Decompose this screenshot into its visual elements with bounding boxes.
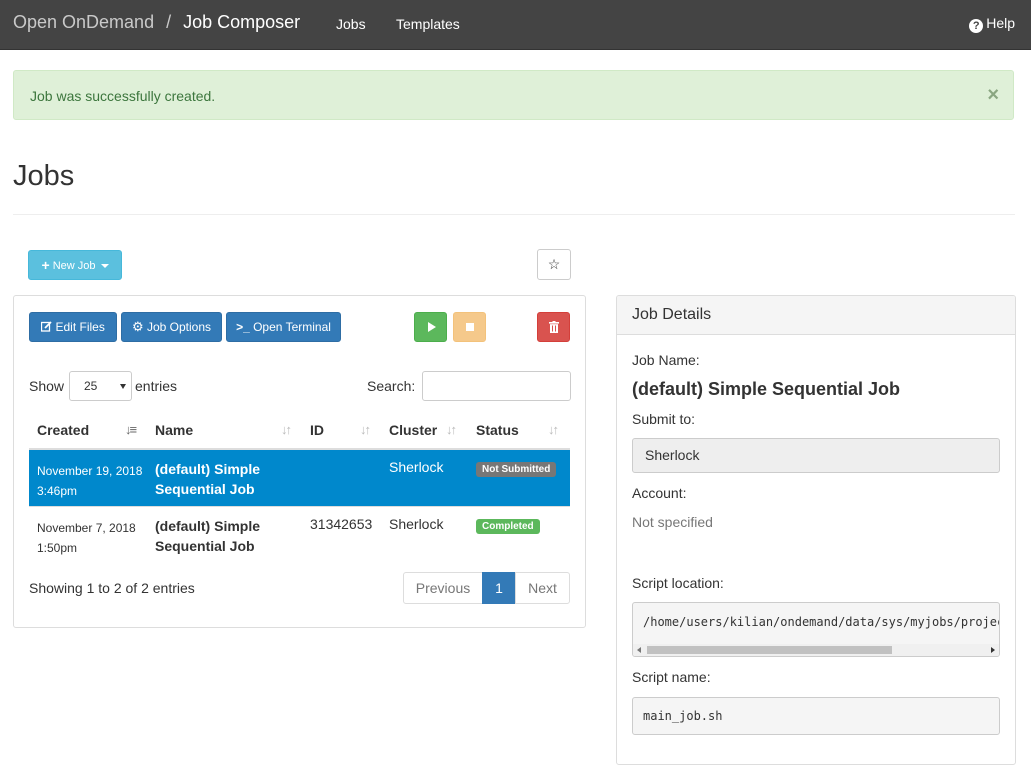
horizontal-scrollbar[interactable] (633, 644, 999, 656)
script-location-field[interactable]: /home/users/kilian/ondemand/data/sys/myj… (632, 602, 1000, 657)
alert-message: Job was successfully created. (30, 88, 216, 104)
job-name-label: Job Name: (632, 352, 700, 368)
app-name[interactable]: Job Composer (183, 12, 300, 32)
submit-button[interactable] (414, 312, 447, 342)
question-circle-icon: ? (969, 19, 984, 33)
script-name-label: Script name: (632, 669, 711, 685)
col-id[interactable]: ID (310, 422, 324, 438)
job-options-label: Job Options (146, 320, 212, 334)
sort-desc-icon[interactable]: ↓≡ (125, 422, 137, 437)
delete-button[interactable] (537, 312, 570, 342)
entries-label: entries (135, 378, 178, 394)
sort-icon[interactable]: ↓↑ (360, 422, 371, 437)
next-button[interactable]: Next (515, 572, 570, 604)
status-badge: Not Submitted (476, 462, 557, 477)
submit-to-label: Submit to: (632, 411, 696, 427)
plus-icon: + (41, 257, 50, 273)
scroll-right-icon[interactable] (991, 647, 995, 653)
col-name[interactable]: Name (155, 422, 193, 438)
divider (13, 214, 1015, 215)
gear-icon: ⚙ (131, 319, 144, 334)
col-created[interactable]: Created (37, 422, 89, 438)
caret-down-icon (100, 264, 109, 268)
table-row[interactable]: November 19, 2018 3:46pm (default) Simpl… (29, 450, 570, 506)
brand-separator: / (166, 12, 172, 32)
previous-button[interactable]: Previous (403, 572, 483, 604)
cell-cluster: Sherlock (389, 516, 444, 532)
help-label: Help (986, 15, 1015, 31)
scroll-left-icon[interactable] (637, 647, 641, 653)
edit-icon (40, 321, 52, 332)
table-row[interactable]: November 7, 2018 1:50pm (default) Simple… (29, 507, 570, 563)
star-icon: ☆ (547, 256, 561, 272)
navbar: Open OnDemand / Job Composer Jobs Template… (0, 0, 1031, 50)
edit-files-button[interactable]: Edit Files (29, 312, 117, 342)
page-size-value: 25 (84, 379, 98, 393)
page-title: Jobs (13, 160, 75, 192)
stop-button[interactable] (453, 312, 486, 342)
edit-files-label: Edit Files (55, 320, 105, 334)
script-name-field[interactable]: main_job.sh (632, 697, 1000, 735)
page-1-button[interactable]: 1 (482, 572, 516, 604)
job-details-title: Job Details (632, 306, 712, 323)
cell-created: November 19, 2018 3:46pm (37, 464, 143, 498)
showing-info: Showing 1 to 2 of 2 entries (29, 580, 195, 596)
success-alert: Job was successfully created. × (13, 70, 1014, 120)
submit-to-field[interactable]: Sherlock (632, 438, 1000, 473)
help-link[interactable]: ? Help (969, 15, 1015, 33)
script-location-label: Script location: (632, 575, 724, 591)
brand: Open OnDemand / Job Composer (13, 12, 300, 33)
search-input[interactable] (422, 371, 571, 401)
chevron-down-icon (120, 384, 126, 389)
trash-icon (549, 321, 559, 333)
cell-id: 31342653 (310, 516, 373, 532)
sort-icon[interactable]: ↓↑ (446, 422, 457, 437)
account-label: Account: (632, 485, 687, 501)
open-terminal-button[interactable]: >_ Open Terminal (226, 312, 341, 342)
cell-name: (default) Simple Sequential Job (155, 461, 261, 497)
brand-name[interactable]: Open OnDemand (13, 12, 154, 32)
nav-templates[interactable]: Templates (396, 16, 460, 32)
job-name-value: (default) Simple Sequential Job (632, 379, 901, 399)
status-badge: Completed (476, 519, 540, 534)
panel-heading: Job Details (617, 296, 1015, 335)
terminal-icon: >_ (236, 320, 250, 334)
cell-name: (default) Simple Sequential Job (155, 518, 261, 554)
jobs-panel: Edit Files ⚙ Job Options >_ Open Termina… (13, 295, 586, 628)
script-location-value: /home/users/kilian/ondemand/data/sys/myj… (643, 615, 999, 629)
open-terminal-label: Open Terminal (253, 320, 331, 334)
close-icon[interactable]: × (987, 85, 999, 105)
sort-icon[interactable]: ↓↑ (548, 422, 559, 437)
col-cluster[interactable]: Cluster (389, 422, 437, 438)
job-options-button[interactable]: ⚙ Job Options (121, 312, 222, 342)
create-template-button[interactable]: ☆ (537, 249, 571, 280)
col-status[interactable]: Status (476, 422, 519, 438)
sort-icon[interactable]: ↓↑ (281, 422, 292, 437)
show-label: Show (29, 378, 65, 394)
scrollbar-thumb[interactable] (647, 646, 892, 654)
page-size-select[interactable]: 25 (69, 371, 132, 401)
search-label: Search: (367, 378, 416, 394)
cell-cluster: Sherlock (389, 459, 444, 475)
script-name-value: main_job.sh (643, 709, 723, 723)
nav-jobs[interactable]: Jobs (336, 16, 366, 32)
new-job-label: New Job (52, 260, 96, 272)
job-details-panel: Job Details Job Name: (default) Simple S… (616, 295, 1016, 765)
account-value: Not specified (632, 514, 713, 530)
cell-created: November 7, 2018 1:50pm (37, 521, 136, 555)
new-job-button[interactable]: + New Job (28, 250, 122, 280)
